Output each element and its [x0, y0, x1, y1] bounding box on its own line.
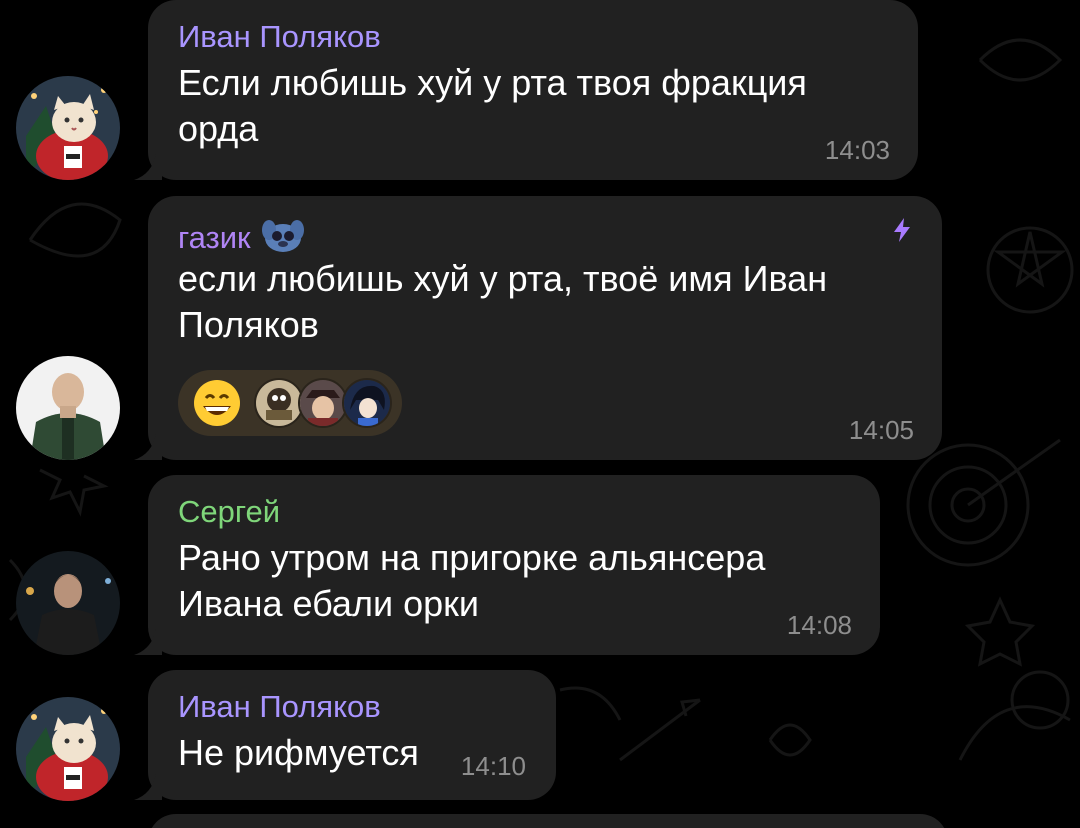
- sender-label: газик: [178, 220, 251, 255]
- message-bubble[interactable]: Иван Поляков Если любишь хуй у рта твоя …: [134, 0, 918, 180]
- stitch-sticker-icon: [262, 220, 305, 252]
- sender-name[interactable]: Иван Поляков: [178, 18, 888, 56]
- message-text: Не рифмуется: [178, 732, 419, 773]
- bubble-tail: [134, 154, 162, 180]
- bald-man-green-jacket-icon: [16, 356, 120, 460]
- sender-name[interactable]: газик: [178, 214, 912, 255]
- message-time: 14:05: [848, 415, 914, 445]
- message-time: 14:08: [786, 610, 852, 640]
- message-bubble[interactable]: Сергей Рано утром на пригорке альянсера …: [134, 475, 880, 655]
- message-text: Рано утром на пригорке альянсера Ивана е…: [178, 537, 766, 624]
- man-night-street-icon: [16, 551, 120, 655]
- lightning-boost-icon[interactable]: [890, 216, 914, 244]
- reactor-avatar: [298, 378, 348, 428]
- sender-name[interactable]: Иван Поляков: [178, 688, 526, 726]
- message-time: 14:03: [824, 135, 890, 165]
- bubble-tail: [134, 629, 162, 655]
- reactor-avatar: [342, 378, 392, 428]
- avatar[interactable]: [16, 551, 120, 655]
- reaction-pill[interactable]: [178, 370, 402, 436]
- reactor-avatar: [254, 378, 304, 428]
- sender-name[interactable]: Сергей: [178, 493, 850, 531]
- bubble-tail: [134, 434, 162, 460]
- grinning-face-emoji-icon: [194, 380, 240, 426]
- avatar[interactable]: [16, 76, 120, 180]
- cat-in-santa-costume-icon: [16, 697, 120, 801]
- message-time: 14:10: [460, 751, 526, 781]
- avatar[interactable]: [16, 356, 120, 460]
- message-text: если любишь хуй у рта, твоё имя Иван Пол…: [178, 258, 828, 345]
- message-bubble[interactable]: газик если любишь хуй у рта, твоё имя Ив…: [134, 196, 942, 460]
- chat-view: Иван Поляков Если любишь хуй у рта твоя …: [0, 0, 1080, 828]
- next-message-bubble-partial[interactable]: [148, 814, 948, 828]
- message-text: Если любишь хуй у рта твоя фракция орда: [178, 62, 807, 149]
- bubble-tail: [134, 774, 162, 800]
- cat-in-santa-costume-icon: [16, 76, 120, 180]
- message-bubble[interactable]: Иван Поляков Не рифмуется 14:10: [134, 670, 556, 800]
- avatar[interactable]: [16, 697, 120, 801]
